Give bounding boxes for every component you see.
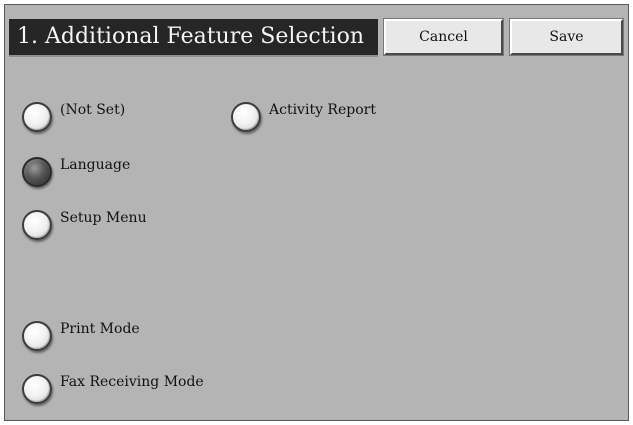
cancel-button[interactable]: Cancel [383,18,504,56]
radio-button-activity-report[interactable] [231,102,261,132]
page-title: 1. Additional Feature Selection [9,19,378,57]
option-label-not-set: (Not Set) [60,102,126,118]
radio-button-language-selected[interactable] [22,157,52,187]
radio-button-not-set[interactable] [22,102,52,132]
option-label-fax-receiving-mode: Fax Receiving Mode [60,374,204,390]
radio-button-fax-receiving-mode[interactable] [22,374,52,404]
feature-selection-screen: 1. Additional Feature Selection Cancel S… [4,4,629,421]
option-label-activity-report: Activity Report [269,102,376,118]
save-button[interactable]: Save [509,18,624,56]
option-label-print-mode: Print Mode [60,321,140,337]
radio-button-setup-menu[interactable] [22,210,52,240]
radio-button-print-mode[interactable] [22,321,52,351]
option-label-setup-menu: Setup Menu [60,210,147,226]
option-label-language: Language [60,157,131,173]
